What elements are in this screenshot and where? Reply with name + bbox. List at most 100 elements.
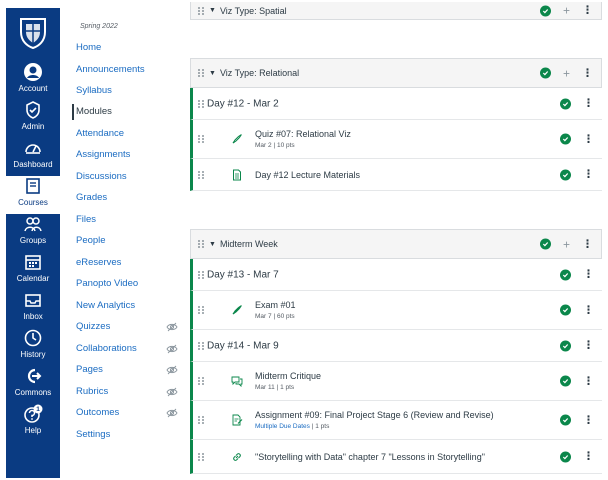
kebab-menu-icon[interactable]: ⋮: [583, 169, 594, 180]
course-nav-syllabus[interactable]: Syllabus: [76, 83, 186, 99]
course-nav-rubrics-row[interactable]: Rubrics: [76, 384, 186, 400]
module-item-storytelling[interactable]: "Storytelling with Data" chapter 7 "Less…: [190, 440, 602, 474]
item-title[interactable]: Midterm Critique: [255, 371, 321, 381]
drag-handle-icon[interactable]: [197, 452, 205, 462]
course-nav-files[interactable]: Files: [76, 212, 186, 228]
course-nav-collaborations-row[interactable]: Collaborations: [76, 341, 186, 357]
module-header-midterm-week[interactable]: ▼ Midterm Week + ⋮: [190, 229, 602, 259]
drag-handle-icon[interactable]: [197, 415, 205, 425]
module-item-midterm-critique[interactable]: Midterm Critique Mar 11 | 1 pts ⋮: [190, 362, 602, 401]
item-points: 1 pts: [280, 384, 295, 391]
course-nav-attendance[interactable]: Attendance: [76, 126, 186, 142]
global-nav-courses[interactable]: Courses: [6, 176, 60, 214]
add-item-icon[interactable]: +: [563, 67, 570, 79]
global-nav-account[interactable]: Account: [6, 62, 60, 100]
published-check-icon[interactable]: [560, 375, 571, 387]
published-check-icon[interactable]: [560, 304, 571, 316]
published-check-icon[interactable]: [560, 414, 571, 426]
add-item-icon[interactable]: +: [563, 238, 570, 250]
subheader-day-12[interactable]: Day #12 - Mar 2 ⋮: [190, 88, 602, 120]
drag-handle-icon[interactable]: [197, 341, 205, 351]
global-nav-label: Help: [24, 426, 42, 435]
global-nav-commons[interactable]: Commons: [6, 366, 60, 404]
kebab-menu-icon[interactable]: ⋮: [583, 98, 594, 109]
item-points: 60 pts: [276, 313, 295, 320]
module-item-assignment-09[interactable]: Assignment #09: Final Project Stage 6 (R…: [190, 401, 602, 440]
course-nav-home[interactable]: Home: [76, 40, 186, 56]
kebab-menu-icon[interactable]: ⋮: [582, 5, 593, 16]
drag-handle-icon[interactable]: [197, 305, 205, 315]
course-nav-discussions[interactable]: Discussions: [76, 169, 186, 185]
published-check-icon[interactable]: [560, 98, 571, 109]
kebab-menu-icon[interactable]: ⋮: [583, 340, 594, 351]
add-item-icon[interactable]: +: [563, 5, 570, 17]
course-nav-quizzes-row[interactable]: Quizzes: [76, 319, 186, 335]
drag-handle-icon[interactable]: [197, 68, 205, 78]
item-meta: Mar 2 | 10 pts: [255, 142, 351, 149]
drag-handle-icon[interactable]: [197, 99, 205, 109]
kebab-menu-icon[interactable]: ⋮: [583, 451, 594, 462]
drag-handle-icon[interactable]: [197, 376, 205, 386]
subheader-day-13[interactable]: Day #13 - Mar 7 ⋮: [190, 259, 602, 291]
eye-slash-icon: [166, 322, 178, 332]
course-nav-pages-row[interactable]: Pages: [76, 362, 186, 378]
global-nav-label: History: [20, 350, 46, 359]
published-check-icon[interactable]: [539, 5, 551, 16]
university-logo[interactable]: [6, 8, 60, 58]
published-check-icon[interactable]: [560, 133, 571, 145]
collapse-caret-icon[interactable]: ▼: [209, 7, 216, 14]
course-nav-outcomes-row[interactable]: Outcomes: [76, 405, 186, 421]
item-title[interactable]: Quiz #07: Relational Viz: [255, 129, 351, 139]
collapse-caret-icon[interactable]: ▼: [209, 70, 216, 77]
item-title[interactable]: Day #12 Lecture Materials: [255, 170, 360, 180]
kebab-menu-icon[interactable]: ⋮: [583, 269, 594, 280]
item-title[interactable]: "Storytelling with Data" chapter 7 "Less…: [255, 452, 485, 462]
kebab-menu-icon[interactable]: ⋮: [583, 134, 594, 145]
item-title[interactable]: Assignment #09: Final Project Stage 6 (R…: [255, 410, 494, 420]
drag-handle-icon[interactable]: [197, 134, 205, 144]
course-nav-assignments[interactable]: Assignments: [76, 147, 186, 163]
kebab-menu-icon[interactable]: ⋮: [583, 305, 594, 316]
published-check-icon[interactable]: [560, 169, 571, 180]
subheader-day-14[interactable]: Day #14 - Mar 9 ⋮: [190, 330, 602, 362]
global-nav-admin[interactable]: Admin: [6, 100, 60, 138]
collapse-caret-icon[interactable]: ▼: [209, 241, 216, 248]
published-check-icon[interactable]: [560, 451, 571, 462]
global-nav-groups[interactable]: Groups: [6, 214, 60, 252]
course-nav-ereserves[interactable]: eReserves: [76, 255, 186, 271]
multiple-due-dates-link[interactable]: Multiple Due Dates: [255, 423, 310, 430]
course-nav-new-analytics[interactable]: New Analytics: [76, 298, 186, 314]
global-nav-label: Calendar: [16, 274, 50, 283]
module-header-viz-relational[interactable]: ▼ Viz Type: Relational + ⋮: [190, 58, 602, 88]
item-title[interactable]: Exam #01: [255, 300, 296, 310]
published-check-icon[interactable]: [539, 238, 551, 250]
kebab-menu-icon[interactable]: ⋮: [583, 376, 594, 387]
module-header-viz-spatial[interactable]: ▼ Viz Type: Spatial + ⋮: [190, 2, 602, 20]
course-nav-settings[interactable]: Settings: [76, 427, 186, 443]
kebab-menu-icon[interactable]: ⋮: [583, 415, 594, 426]
global-nav-calendar[interactable]: Calendar: [6, 252, 60, 290]
drag-handle-icon[interactable]: [197, 239, 205, 249]
kebab-menu-icon[interactable]: ⋮: [582, 68, 593, 79]
module-item-quiz-07[interactable]: Quiz #07: Relational Viz Mar 2 | 10 pts …: [190, 120, 602, 159]
global-nav-help[interactable]: 1 Help: [6, 404, 60, 442]
global-nav-dashboard[interactable]: Dashboard: [6, 138, 60, 176]
course-nav-announcements[interactable]: Announcements: [76, 62, 186, 78]
published-check-icon[interactable]: [560, 340, 571, 351]
item-meta: Mar 7 | 60 pts: [255, 313, 296, 320]
course-nav-modules[interactable]: Modules: [72, 104, 182, 120]
module-item-day-12-materials[interactable]: Day #12 Lecture Materials ⋮: [190, 159, 602, 191]
global-nav-label: Admin: [21, 122, 45, 131]
course-nav-panopto-video[interactable]: Panopto Video: [76, 276, 186, 292]
kebab-menu-icon[interactable]: ⋮: [582, 239, 593, 250]
drag-handle-icon[interactable]: [197, 270, 205, 280]
published-check-icon[interactable]: [560, 269, 571, 280]
drag-handle-icon[interactable]: [197, 6, 205, 16]
published-check-icon[interactable]: [539, 67, 551, 79]
module-item-exam-01[interactable]: Exam #01 Mar 7 | 60 pts ⋮: [190, 291, 602, 330]
course-nav-grades[interactable]: Grades: [76, 190, 186, 206]
course-nav-people[interactable]: People: [76, 233, 186, 249]
global-nav-inbox[interactable]: Inbox: [6, 290, 60, 328]
global-nav-history[interactable]: History: [6, 328, 60, 366]
drag-handle-icon[interactable]: [197, 170, 205, 180]
